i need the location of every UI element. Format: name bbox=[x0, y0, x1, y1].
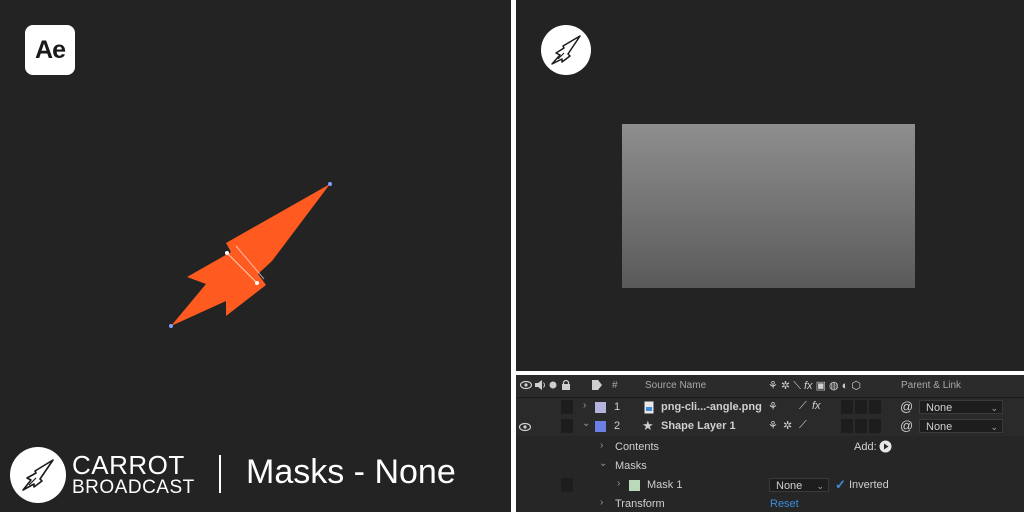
pickwhip-icon[interactable]: @ bbox=[900, 418, 913, 433]
contents-label: Contents bbox=[615, 441, 660, 453]
switch-cell[interactable] bbox=[841, 400, 853, 414]
label-color-swatch[interactable] bbox=[595, 402, 606, 413]
mask-row[interactable]: › Mask 1 None ⌄ ✓ Inverted bbox=[516, 476, 1024, 495]
chevron-down-icon: ⌄ bbox=[990, 422, 998, 432]
path-vertex-handle[interactable] bbox=[225, 251, 229, 255]
quality-switch-icon[interactable]: ⟋ bbox=[799, 400, 807, 413]
timeline-header: # Source Name ⚘ ✲ ⟍ fx ▣ ◍ ◐ ⬡ Parent & … bbox=[516, 375, 1024, 398]
mask-color-swatch[interactable] bbox=[629, 480, 640, 491]
switch-cell[interactable] bbox=[841, 419, 853, 433]
carrot-logo-icon bbox=[10, 447, 66, 503]
parent-value: None bbox=[926, 402, 953, 414]
layer-index: 2 bbox=[614, 420, 621, 432]
masks-group-row[interactable]: ⌄ Masks bbox=[516, 457, 1024, 476]
lock-toggle[interactable] bbox=[561, 419, 573, 433]
transform-group-row[interactable]: › Transform Reset bbox=[516, 495, 1024, 512]
path-vertex-handle[interactable] bbox=[328, 182, 332, 186]
chevron-down-icon: ⌄ bbox=[816, 481, 824, 491]
image-file-icon bbox=[644, 401, 654, 414]
chevron-right-icon[interactable]: › bbox=[583, 400, 586, 411]
visibility-toggle[interactable] bbox=[519, 400, 531, 414]
timeline-layer-row[interactable]: › 1 png-cli...-angle.png ⚘ ⟋ fx @ None ⌄ bbox=[516, 398, 1024, 417]
layer-switches-header-icons: ⚘ ✲ ⟍ fx ▣ ◍ ◐ ⬡ bbox=[768, 380, 861, 392]
parent-value: None bbox=[926, 421, 953, 433]
shy-switch-icon[interactable]: ✲ bbox=[783, 419, 792, 432]
layer-index: 1 bbox=[614, 401, 621, 413]
transform-label: Transform bbox=[615, 498, 665, 510]
mask-name[interactable]: Mask 1 bbox=[647, 479, 682, 491]
masked-gradient-layer-preview bbox=[622, 124, 915, 288]
label-tag-icon[interactable] bbox=[591, 379, 603, 391]
footer-divider bbox=[219, 455, 221, 493]
effects-switch-icon[interactable]: fx bbox=[812, 400, 821, 412]
lock-icon[interactable] bbox=[561, 379, 571, 391]
eye-icon[interactable] bbox=[519, 422, 531, 432]
path-vertex-handle[interactable] bbox=[169, 324, 173, 328]
switch-cell[interactable] bbox=[855, 419, 867, 433]
audio-icon[interactable] bbox=[534, 379, 546, 391]
layer-name[interactable]: png-cli...-angle.png bbox=[661, 401, 762, 413]
timeline-layer-row[interactable]: ⌄ 2 ★ Shape Layer 1 ⚘ ✲ ⟋ @ None ⌄ bbox=[516, 417, 1024, 436]
mask-mode-value: None bbox=[776, 480, 803, 492]
chevron-down-icon[interactable]: ⌄ bbox=[599, 458, 607, 469]
rocket-shape[interactable] bbox=[0, 0, 511, 440]
brand-name-broadcast: BROADCAST bbox=[72, 477, 195, 498]
brand-name-carrot: CARROT bbox=[72, 450, 185, 480]
masks-label: Masks bbox=[615, 460, 647, 472]
chevron-right-icon[interactable]: › bbox=[600, 497, 603, 508]
star-icon: ★ bbox=[642, 418, 654, 433]
chevron-right-icon[interactable]: › bbox=[600, 440, 603, 451]
source-name-header[interactable]: Source Name bbox=[645, 380, 706, 391]
add-menu-arrow-icon[interactable] bbox=[879, 440, 892, 453]
parent-dropdown[interactable]: None ⌄ bbox=[919, 419, 1003, 433]
carrot-logo-icon bbox=[541, 25, 591, 75]
chevron-down-icon: ⌄ bbox=[990, 403, 998, 413]
pickwhip-icon[interactable]: @ bbox=[900, 399, 913, 414]
switch-cell[interactable] bbox=[855, 400, 867, 414]
collapse-transform-switch-icon[interactable]: ⚘ bbox=[768, 400, 778, 413]
switch-cell[interactable] bbox=[869, 400, 881, 414]
lock-toggle[interactable] bbox=[561, 478, 573, 492]
inverted-checkbox[interactable]: ✓ bbox=[835, 477, 846, 493]
collapse-transform-switch-icon[interactable]: ⚘ bbox=[768, 419, 778, 432]
add-label: Add: bbox=[854, 441, 877, 453]
shape-path[interactable] bbox=[171, 184, 330, 326]
solo-icon[interactable] bbox=[549, 381, 557, 389]
chevron-down-icon[interactable]: ⌄ bbox=[582, 418, 590, 429]
parent-link-header: Parent & Link bbox=[901, 380, 962, 391]
quality-switch-icon[interactable]: ⟋ bbox=[799, 419, 807, 432]
chevron-right-icon[interactable]: › bbox=[617, 478, 620, 489]
timeline-panel: # Source Name ⚘ ✲ ⟍ fx ▣ ◍ ◐ ⬡ Parent & … bbox=[516, 375, 1024, 512]
contents-group-row[interactable]: › Contents Add: bbox=[516, 438, 1024, 457]
path-vertex-handle[interactable] bbox=[255, 281, 259, 285]
label-color-swatch[interactable] bbox=[595, 421, 606, 432]
switch-cell[interactable] bbox=[869, 419, 881, 433]
parent-dropdown[interactable]: None ⌄ bbox=[919, 400, 1003, 414]
layer-number-header: # bbox=[612, 380, 618, 391]
reset-link[interactable]: Reset bbox=[770, 498, 799, 510]
lock-toggle[interactable] bbox=[561, 400, 573, 414]
video-title: Masks - None bbox=[246, 453, 456, 491]
eye-icon[interactable] bbox=[520, 380, 532, 390]
inverted-label: Inverted bbox=[849, 479, 889, 491]
layer-name[interactable]: Shape Layer 1 bbox=[661, 420, 736, 432]
mask-mode-dropdown[interactable]: None ⌄ bbox=[769, 478, 829, 492]
